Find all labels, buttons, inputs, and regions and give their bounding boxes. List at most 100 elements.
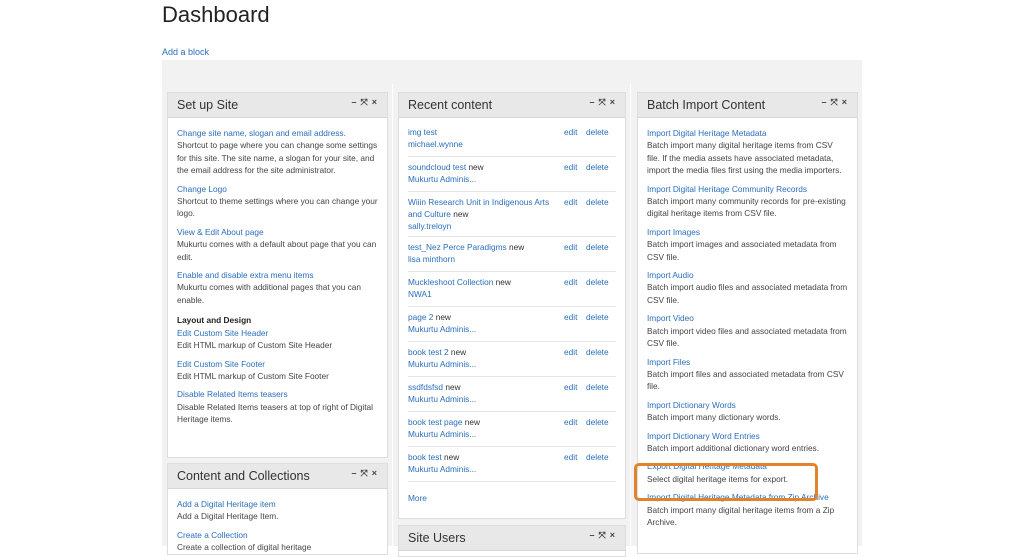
layout-item: Edit Custom Site Footer Edit HTML markup … <box>177 358 378 383</box>
edit-link[interactable]: edit <box>564 127 577 137</box>
move-icon[interactable]: ⤧ <box>599 530 608 541</box>
content-collections-block: Content and Collections – ⤧ × Add a Digita… <box>167 463 388 555</box>
minimize-icon[interactable]: – <box>352 468 359 478</box>
create-collection-link[interactable]: Create a Collection <box>177 529 378 541</box>
delete-link[interactable]: delete <box>586 312 609 322</box>
delete-link[interactable]: delete <box>586 382 609 392</box>
block-controls: – ⤧ × <box>588 97 617 108</box>
edit-link[interactable]: edit <box>564 382 577 392</box>
setup-site-block: Set up Site – ⤧ × Change site name, slogan… <box>167 92 388 458</box>
move-icon[interactable]: ⤧ <box>599 97 608 108</box>
edit-link[interactable]: edit <box>564 417 577 427</box>
delete-link[interactable]: delete <box>586 417 609 427</box>
minimize-icon[interactable]: – <box>822 97 829 107</box>
content-title-link[interactable]: test_Nez Perce Paradigms <box>408 242 507 252</box>
batch-link[interactable]: Import Video <box>647 312 848 324</box>
minimize-icon[interactable]: – <box>352 97 359 107</box>
content-title-link[interactable]: book test <box>408 452 442 462</box>
layout-link-header[interactable]: Edit Custom Site Header <box>177 327 378 339</box>
delete-link[interactable]: delete <box>586 277 609 287</box>
top-region <box>162 60 862 84</box>
content-title-link[interactable]: page 2 <box>408 312 433 322</box>
delete-link[interactable]: delete <box>586 347 609 357</box>
close-icon[interactable]: × <box>372 97 379 107</box>
setup-link-menu[interactable]: Enable and disable extra menu items <box>177 269 378 281</box>
batch-link[interactable]: Import Digital Heritage Metadata <box>647 127 848 139</box>
content-title-link[interactable]: Muckleshoot Collection <box>408 277 493 287</box>
more-link[interactable]: More <box>408 492 616 504</box>
delete-link[interactable]: delete <box>586 242 609 252</box>
author-link[interactable]: NWA1 <box>408 289 432 299</box>
row-info: book test new Mukurtu Adminis... <box>408 446 564 482</box>
row-info: img test michael.wynne <box>408 122 564 157</box>
edit-link[interactable]: edit <box>564 312 577 322</box>
author-link[interactable]: Mukurtu Adminis... <box>408 174 476 184</box>
delete-cell: delete <box>586 271 616 307</box>
author-link[interactable]: Mukurtu Adminis... <box>408 324 476 334</box>
batch-item: Import Dictionary Words Batch import many… <box>647 399 848 424</box>
new-marker: new <box>464 417 480 427</box>
batch-desc: Batch import many dictionary words. <box>647 412 781 423</box>
block-header: Recent content – ⤧ × <box>399 93 625 118</box>
minimize-icon[interactable]: – <box>590 97 597 107</box>
add-block-link[interactable]: Add a block <box>162 47 209 57</box>
content-title-link[interactable]: img test <box>408 127 437 137</box>
move-icon[interactable]: ⤧ <box>361 468 370 479</box>
edit-cell: edit <box>564 411 586 447</box>
edit-link[interactable]: edit <box>564 347 577 357</box>
content-title-link[interactable]: book test page <box>408 417 462 427</box>
move-icon[interactable]: ⤧ <box>831 97 840 108</box>
batch-link[interactable]: Import Files <box>647 356 848 368</box>
block-controls: – ⤧ × <box>350 468 379 479</box>
batch-desc: Batch import files and associated metada… <box>647 368 844 392</box>
close-icon[interactable]: × <box>842 97 849 107</box>
layout-heading: Layout and Design <box>177 315 252 326</box>
layout-link-related[interactable]: Disable Related Items teasers <box>177 388 378 400</box>
minimize-icon[interactable]: – <box>590 530 597 540</box>
row-info: soundcloud test new Mukurtu Adminis... <box>408 156 564 192</box>
table-row: Wiiin Research Unit in Indigenous Arts a… <box>408 191 616 237</box>
batch-item: Import Digital Heritage Metadata Batch im… <box>647 127 848 177</box>
delete-link[interactable]: delete <box>586 127 609 137</box>
author-link[interactable]: Mukurtu Adminis... <box>408 394 476 404</box>
author-link[interactable]: michael.wynne <box>408 139 463 149</box>
author-link[interactable]: Mukurtu Adminis... <box>408 359 476 369</box>
edit-link[interactable]: edit <box>564 452 577 462</box>
setup-item: Change site name, slogan and email addre… <box>177 127 378 177</box>
author-link[interactable]: lisa minthorn <box>408 254 455 264</box>
content-title-link[interactable]: soundcloud test <box>408 162 466 172</box>
move-icon[interactable]: ⤧ <box>361 97 370 108</box>
row-info: book test page new Mukurtu Adminis... <box>408 411 564 447</box>
edit-link[interactable]: edit <box>564 242 577 252</box>
author-link[interactable]: Mukurtu Adminis... <box>408 464 476 474</box>
batch-item: Import Dictionary Word Entries Batch impo… <box>647 430 848 455</box>
batch-link[interactable]: Import Dictionary Word Entries <box>647 430 848 442</box>
close-icon[interactable]: × <box>610 530 617 540</box>
content-title-link[interactable]: book test 2 <box>408 347 449 357</box>
delete-cell: delete <box>586 191 616 237</box>
close-icon[interactable]: × <box>610 97 617 107</box>
batch-link[interactable]: Import Images <box>647 226 848 238</box>
batch-link[interactable]: Import Dictionary Words <box>647 399 848 411</box>
add-digital-heritage-link[interactable]: Add a Digital Heritage item <box>177 498 378 510</box>
author-link[interactable]: Mukurtu Adminis... <box>408 429 476 439</box>
layout-link-footer[interactable]: Edit Custom Site Footer <box>177 358 378 370</box>
edit-link[interactable]: edit <box>564 197 577 207</box>
setup-link-site-name[interactable]: Change site name, slogan and email addre… <box>177 127 378 139</box>
edit-cell: edit <box>564 156 586 192</box>
block-title: Batch Import Content <box>647 98 766 112</box>
author-link[interactable]: sally.treloyn <box>408 221 451 231</box>
delete-link[interactable]: delete <box>586 162 609 172</box>
close-icon[interactable]: × <box>372 468 379 478</box>
delete-link[interactable]: delete <box>586 452 609 462</box>
setup-link-logo[interactable]: Change Logo <box>177 183 378 195</box>
batch-link[interactable]: Import Audio <box>647 269 848 281</box>
delete-link[interactable]: delete <box>586 197 609 207</box>
setup-link-about[interactable]: View & Edit About page <box>177 226 378 238</box>
content-title-link[interactable]: Wiiin Research Unit in Indigenous Arts a… <box>408 197 549 219</box>
edit-link[interactable]: edit <box>564 277 577 287</box>
edit-link[interactable]: edit <box>564 162 577 172</box>
content-title-link[interactable]: ssdfdsfsd <box>408 382 443 392</box>
batch-link[interactable]: Import Digital Heritage Community Record… <box>647 183 848 195</box>
batch-item: Import Video Batch import video files and… <box>647 312 848 349</box>
